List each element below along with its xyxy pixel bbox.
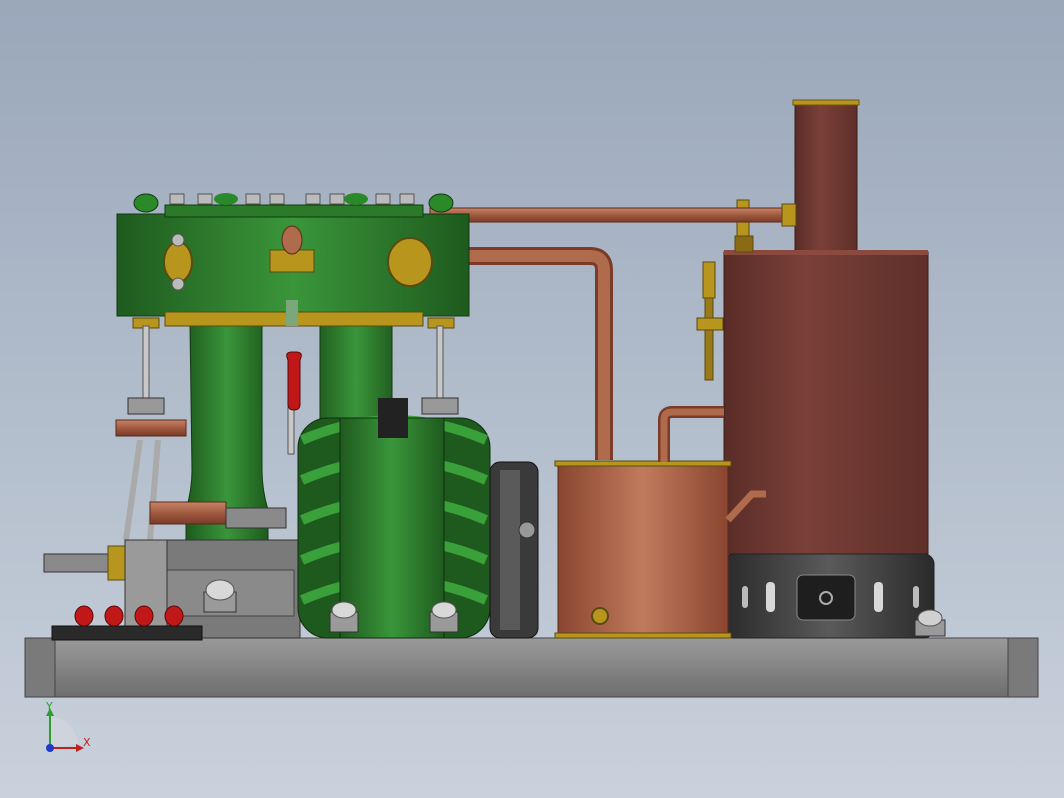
vertical-boiler[interactable] [723, 250, 929, 555]
water-gauge-glass[interactable] [696, 261, 724, 381]
hex-nut [329, 601, 359, 633]
firebox[interactable] [723, 553, 935, 639]
cad-viewport[interactable]: Y X [0, 0, 1064, 798]
y-axis-label: Y [45, 700, 53, 713]
axis-triad: Y X [45, 700, 91, 752]
hex-nut [429, 601, 459, 633]
z-axis-origin [46, 744, 54, 752]
steam-engine-model[interactable]: Y X [0, 0, 1064, 798]
feed-water-tank[interactable] [554, 460, 732, 639]
flywheel[interactable] [489, 461, 539, 639]
base-plate[interactable] [24, 637, 1039, 698]
hex-nut [203, 579, 237, 613]
reversing-lever[interactable] [286, 351, 302, 411]
x-axis-label: X [83, 736, 91, 749]
generator[interactable] [297, 398, 491, 639]
crosshead-right[interactable] [421, 397, 459, 415]
chimney[interactable] [792, 99, 860, 255]
hex-nut [914, 609, 946, 637]
